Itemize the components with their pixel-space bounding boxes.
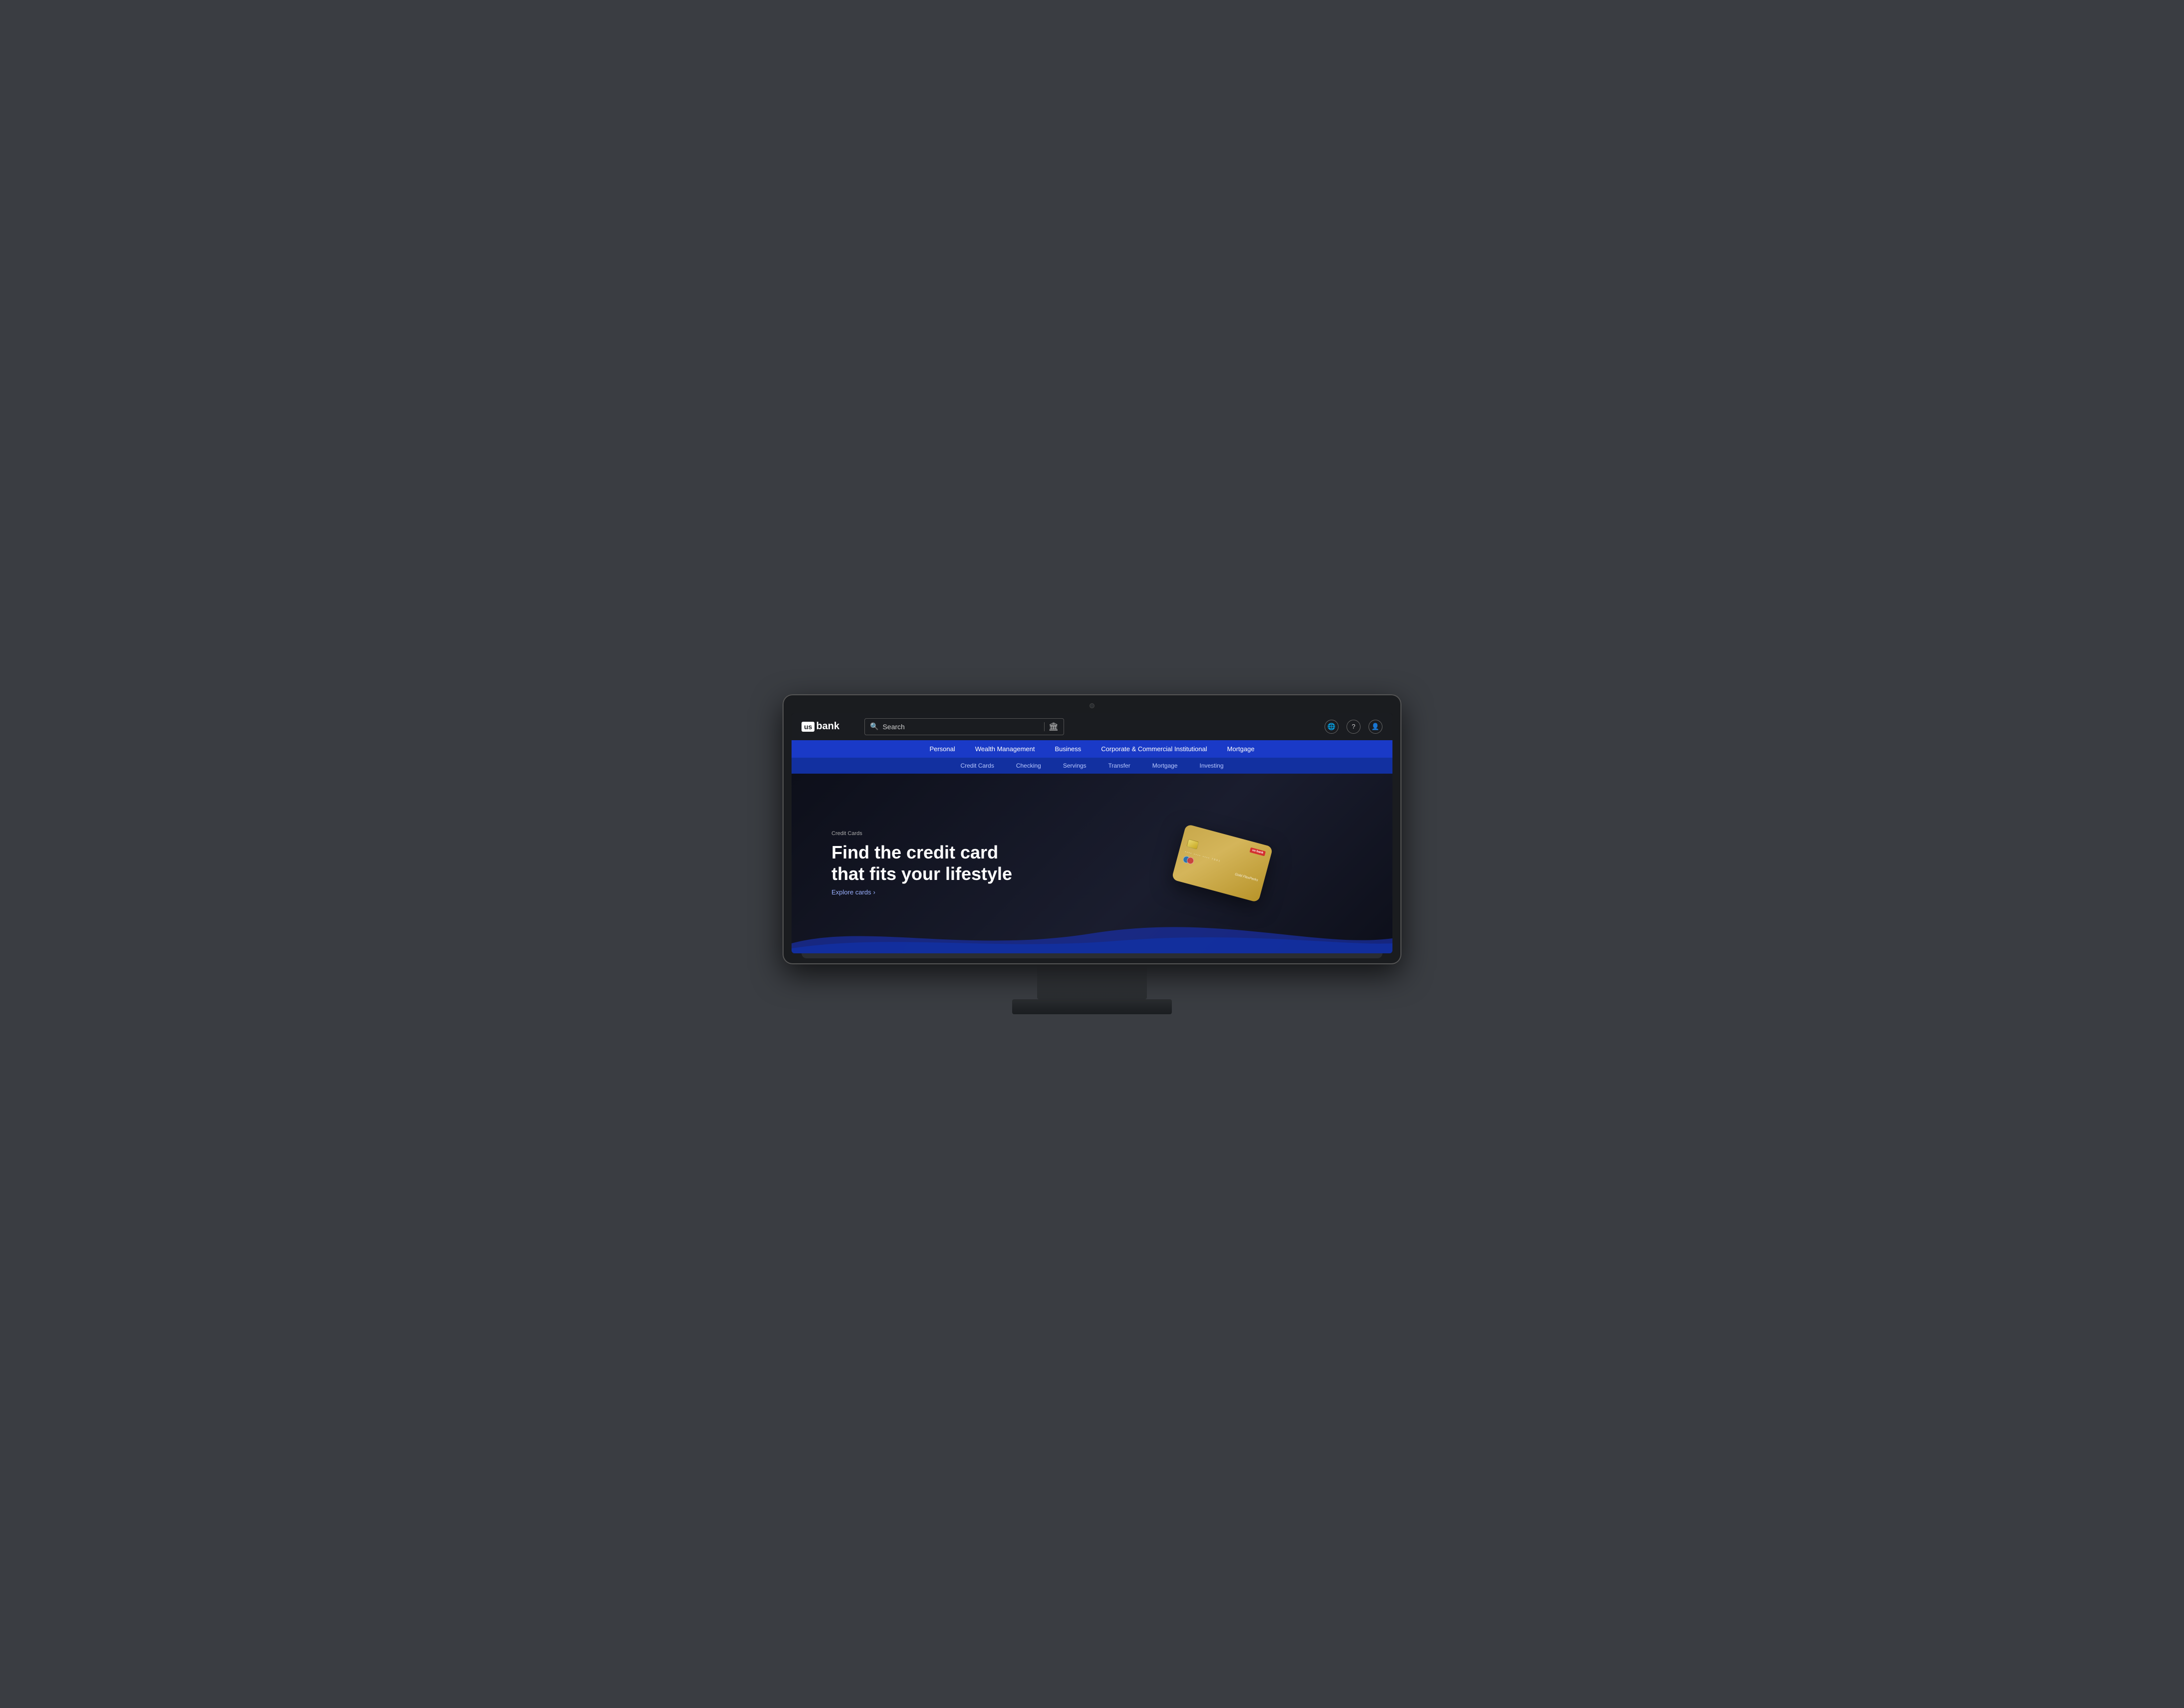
monitor-stand-neck [1037, 964, 1147, 999]
subnav-servings[interactable]: Servings [1052, 758, 1097, 774]
hero-title-line2: that fits your lifestyle [831, 863, 1012, 884]
card-chip [1186, 839, 1199, 850]
subnav-investing[interactable]: Investing [1188, 758, 1234, 774]
hero-card-area: us bank •••• •••• •••• 7891 Gold FlexPer… [1092, 835, 1353, 892]
subnav-credit-cards[interactable]: Credit Cards [949, 758, 1005, 774]
hero-cta-arrow: › [873, 888, 875, 896]
search-bar[interactable]: 🔍 Search 🏛 [864, 718, 1064, 735]
hero-cta-text: Explore cards [831, 888, 871, 896]
hero-wave [792, 913, 1392, 953]
nav-personal[interactable]: Personal [919, 740, 965, 758]
nav-mortgage[interactable]: Mortgage [1217, 740, 1265, 758]
secondary-nav: Credit Cards Checking Servings Transfer … [792, 758, 1392, 774]
hero-label: Credit Cards [831, 831, 1092, 837]
nav-wealth-management[interactable]: Wealth Management [965, 740, 1045, 758]
search-divider [1044, 722, 1045, 731]
hero-title: Find the credit card that fits your life… [831, 842, 1092, 884]
search-text: Search [882, 723, 1040, 731]
monitor-camera [1090, 703, 1094, 708]
hero-content: Credit Cards Find the credit card that f… [831, 831, 1092, 896]
help-button[interactable]: ? [1347, 720, 1361, 734]
hero-cta-link[interactable]: Explore cards › [831, 888, 1092, 896]
globe-button[interactable]: 🌐 [1325, 720, 1339, 734]
credit-card: us bank •••• •••• •••• 7891 Gold FlexPer… [1171, 824, 1273, 903]
monitor-screen: us bank 🔍 Search 🏛 🌐 ? 👤 Personal [792, 713, 1392, 953]
card-usbank-logo: us bank [1250, 848, 1266, 856]
logo-us: us [802, 722, 815, 732]
search-icon: 🔍 [870, 722, 878, 731]
card-amex-logo [1182, 855, 1195, 865]
user-button[interactable]: 👤 [1368, 720, 1382, 734]
amex-circle-red [1186, 856, 1195, 865]
logo[interactable]: us bank [802, 721, 839, 732]
hero-section: Credit Cards Find the credit card that f… [792, 774, 1392, 953]
card-logo-area: us bank [1189, 831, 1266, 856]
logo-bank: bank [816, 721, 839, 732]
nav-business[interactable]: Business [1045, 740, 1091, 758]
hero-title-line1: Find the credit card [831, 842, 998, 862]
subnav-checking[interactable]: Checking [1005, 758, 1052, 774]
desktop-wrapper: us bank 🔍 Search 🏛 🌐 ? 👤 Personal [783, 694, 1401, 1014]
subnav-transfer[interactable]: Transfer [1097, 758, 1141, 774]
monitor-bottom [802, 953, 1382, 958]
subnav-mortgage[interactable]: Mortgage [1141, 758, 1189, 774]
site-header: us bank 🔍 Search 🏛 🌐 ? 👤 [792, 713, 1392, 740]
bank-icon: 🏛 [1049, 722, 1059, 732]
monitor: us bank 🔍 Search 🏛 🌐 ? 👤 Personal [783, 694, 1401, 964]
nav-corporate[interactable]: Corporate & Commercial Institutional [1091, 740, 1217, 758]
header-icons: 🌐 ? 👤 [1325, 720, 1382, 734]
primary-nav: Personal Wealth Management Business Corp… [792, 740, 1392, 758]
card-product-name: Gold FlexPerks [1234, 872, 1258, 882]
monitor-stand-base [1012, 999, 1172, 1014]
